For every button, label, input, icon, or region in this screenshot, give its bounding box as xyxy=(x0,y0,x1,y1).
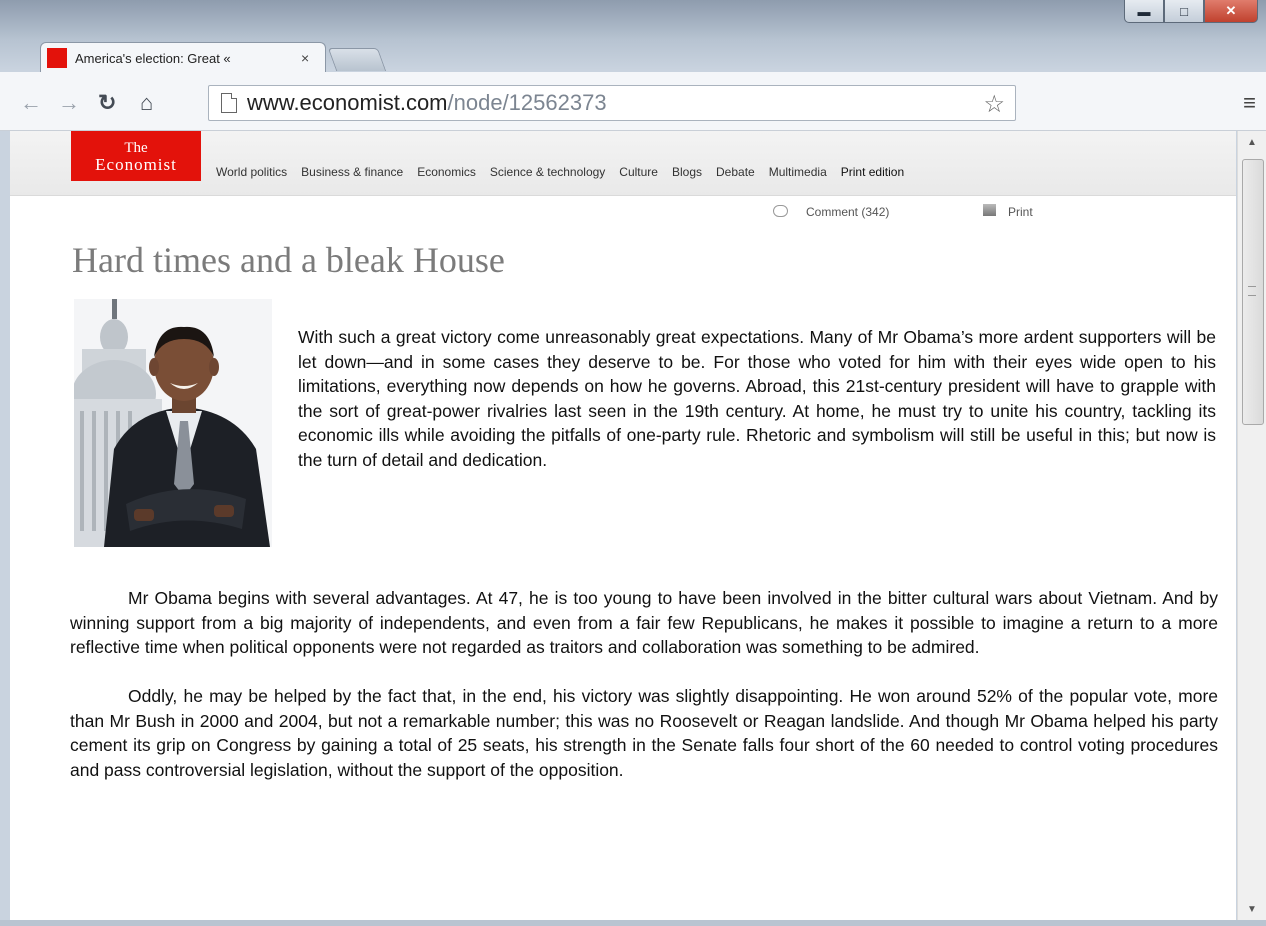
scroll-up-icon[interactable]: ▲ xyxy=(1247,137,1257,148)
menu-icon[interactable]: ≡ xyxy=(1243,90,1256,116)
page-icon xyxy=(221,93,237,113)
logo-line2: Economist xyxy=(95,155,177,174)
scrollbar-grip-icon xyxy=(1248,286,1256,296)
paragraph-text: Mr Obama begins with several advantages.… xyxy=(70,588,1218,657)
paragraph-text: Oddly, he may be helped by the fact that… xyxy=(70,686,1218,780)
nav-culture[interactable]: Culture xyxy=(619,165,658,179)
portrait-illustration xyxy=(74,299,272,547)
url-path: /node/12562373 xyxy=(447,90,607,115)
new-tab-button[interactable] xyxy=(327,48,387,71)
nav-print-edition[interactable]: Print edition xyxy=(841,165,904,179)
window-bottom-border xyxy=(0,920,1266,926)
site-header: The Economist World politics Business & … xyxy=(10,131,1236,196)
maximize-icon[interactable]: □ xyxy=(1164,0,1204,23)
article-lead: With such a great victory come unreasona… xyxy=(298,327,1216,470)
print-icon[interactable] xyxy=(983,204,996,216)
forward-icon[interactable]: → xyxy=(58,90,80,116)
article-headline: Hard times and a bleak House xyxy=(72,240,505,280)
nav-world-politics[interactable]: World politics xyxy=(216,165,287,179)
back-icon[interactable]: ← xyxy=(20,90,42,116)
url-host: www.economist.com xyxy=(247,90,448,115)
nav-science-technology[interactable]: Science & technology xyxy=(490,165,605,179)
site-nav: World politics Business & finance Econom… xyxy=(202,165,904,179)
browser-toolbar: ← → ↻ ⌂ www.economist.com/node/12562373 … xyxy=(0,72,1266,131)
article-paragraph: Mr Obama begins with several advantages.… xyxy=(70,586,1218,660)
nav-business-finance[interactable]: Business & finance xyxy=(301,165,403,179)
economist-logo[interactable]: The Economist xyxy=(71,131,201,181)
nav-economics[interactable]: Economics xyxy=(417,165,476,179)
favicon-icon xyxy=(47,48,67,68)
nav-blogs[interactable]: Blogs xyxy=(672,165,702,179)
window-controls: ▬ □ ✕ xyxy=(1124,0,1258,28)
vertical-scrollbar[interactable]: ▲ ▼ xyxy=(1237,131,1266,921)
article-paragraph: Oddly, he may be helped by the fact that… xyxy=(70,684,1218,782)
scrollbar-thumb[interactable] xyxy=(1242,159,1264,425)
logo-line1: The xyxy=(124,140,148,156)
minimize-icon[interactable]: ▬ xyxy=(1124,0,1164,23)
bookmark-star-icon[interactable]: ☆ xyxy=(983,90,1005,119)
browser-window: ▬ □ ✕ America's election: Great « × ← → … xyxy=(0,0,1266,926)
tab-active[interactable]: America's election: Great « × xyxy=(40,42,326,73)
nav-debate[interactable]: Debate xyxy=(716,165,755,179)
comment-icon[interactable] xyxy=(773,205,788,217)
tab-title: America's election: Great « xyxy=(75,50,231,66)
address-bar[interactable]: www.economist.com/node/12562373 ☆ xyxy=(208,85,1016,121)
home-icon[interactable]: ⌂ xyxy=(140,90,153,116)
nav-multimedia[interactable]: Multimedia xyxy=(769,165,827,179)
comment-link[interactable]: Comment (342) xyxy=(806,205,889,219)
scroll-down-icon[interactable]: ▼ xyxy=(1247,904,1257,915)
page-viewport: The Economist World politics Business & … xyxy=(10,131,1236,921)
article-photo xyxy=(74,299,272,547)
close-icon[interactable]: ✕ xyxy=(1204,0,1258,23)
reload-icon[interactable]: ↻ xyxy=(98,90,116,116)
print-link[interactable]: Print xyxy=(1008,205,1033,219)
tab-close-icon[interactable]: × xyxy=(301,50,309,66)
